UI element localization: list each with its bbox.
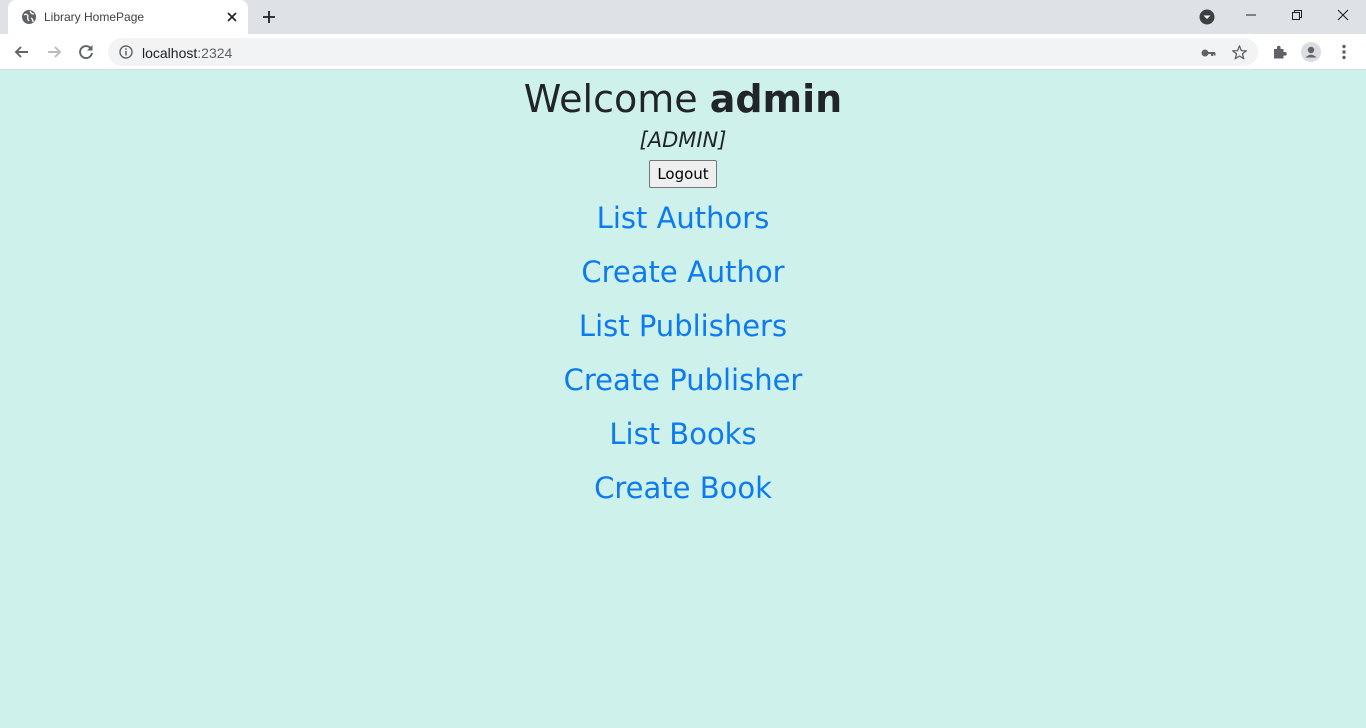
- link-list-authors[interactable]: List Authors: [0, 200, 1366, 254]
- link-create-author[interactable]: Create Author: [0, 254, 1366, 308]
- url-text: localhost:2324: [142, 45, 232, 61]
- menu-kebab-icon[interactable]: [1334, 42, 1354, 62]
- reload-icon[interactable]: [76, 42, 96, 62]
- profile-avatar-icon[interactable]: [1301, 42, 1321, 62]
- link-list-books[interactable]: List Books: [0, 416, 1366, 470]
- url-host: localhost: [142, 45, 198, 61]
- back-arrow-icon[interactable]: [12, 42, 32, 62]
- link-list-publishers[interactable]: List Publishers: [0, 308, 1366, 362]
- browser-tabstrip: Library HomePage: [0, 0, 1366, 34]
- globe-icon: [22, 10, 36, 24]
- welcome-prefix: Welcome: [523, 77, 710, 121]
- browser-tab[interactable]: Library HomePage: [8, 0, 248, 34]
- info-icon[interactable]: [119, 45, 133, 59]
- minimize-button[interactable]: [1228, 0, 1274, 30]
- key-icon[interactable]: [1200, 45, 1216, 61]
- address-bar[interactable]: localhost:2324: [108, 38, 1258, 66]
- extensions-icon[interactable]: [1270, 42, 1290, 62]
- link-create-book[interactable]: Create Book: [0, 470, 1366, 524]
- tab-title: Library HomePage: [44, 10, 145, 24]
- link-create-publisher[interactable]: Create Publisher: [0, 362, 1366, 416]
- restore-button[interactable]: [1274, 0, 1320, 30]
- url-port: :2324: [197, 45, 233, 61]
- restore-icon: [1292, 10, 1302, 20]
- username: admin: [709, 77, 843, 121]
- user-role: [ADMIN]: [639, 128, 727, 152]
- close-window-button[interactable]: [1320, 0, 1366, 30]
- close-tab-icon[interactable]: [224, 9, 240, 25]
- welcome-heading: Welcome admin: [0, 80, 1366, 118]
- logout-button[interactable]: Logout: [649, 160, 717, 188]
- nav-links: List Authors Create Author List Publishe…: [0, 200, 1366, 524]
- browser-toolbar: localhost:2324: [0, 34, 1366, 70]
- new-tab-icon[interactable]: [260, 8, 278, 26]
- close-icon: [1337, 9, 1349, 21]
- bookmark-star-icon[interactable]: [1231, 44, 1248, 61]
- forward-arrow-icon[interactable]: [44, 42, 64, 62]
- minimize-icon: [1246, 14, 1256, 16]
- page-content: Welcome admin [ADMIN] Logout List Author…: [0, 71, 1366, 728]
- tab-search-icon[interactable]: [1199, 9, 1215, 25]
